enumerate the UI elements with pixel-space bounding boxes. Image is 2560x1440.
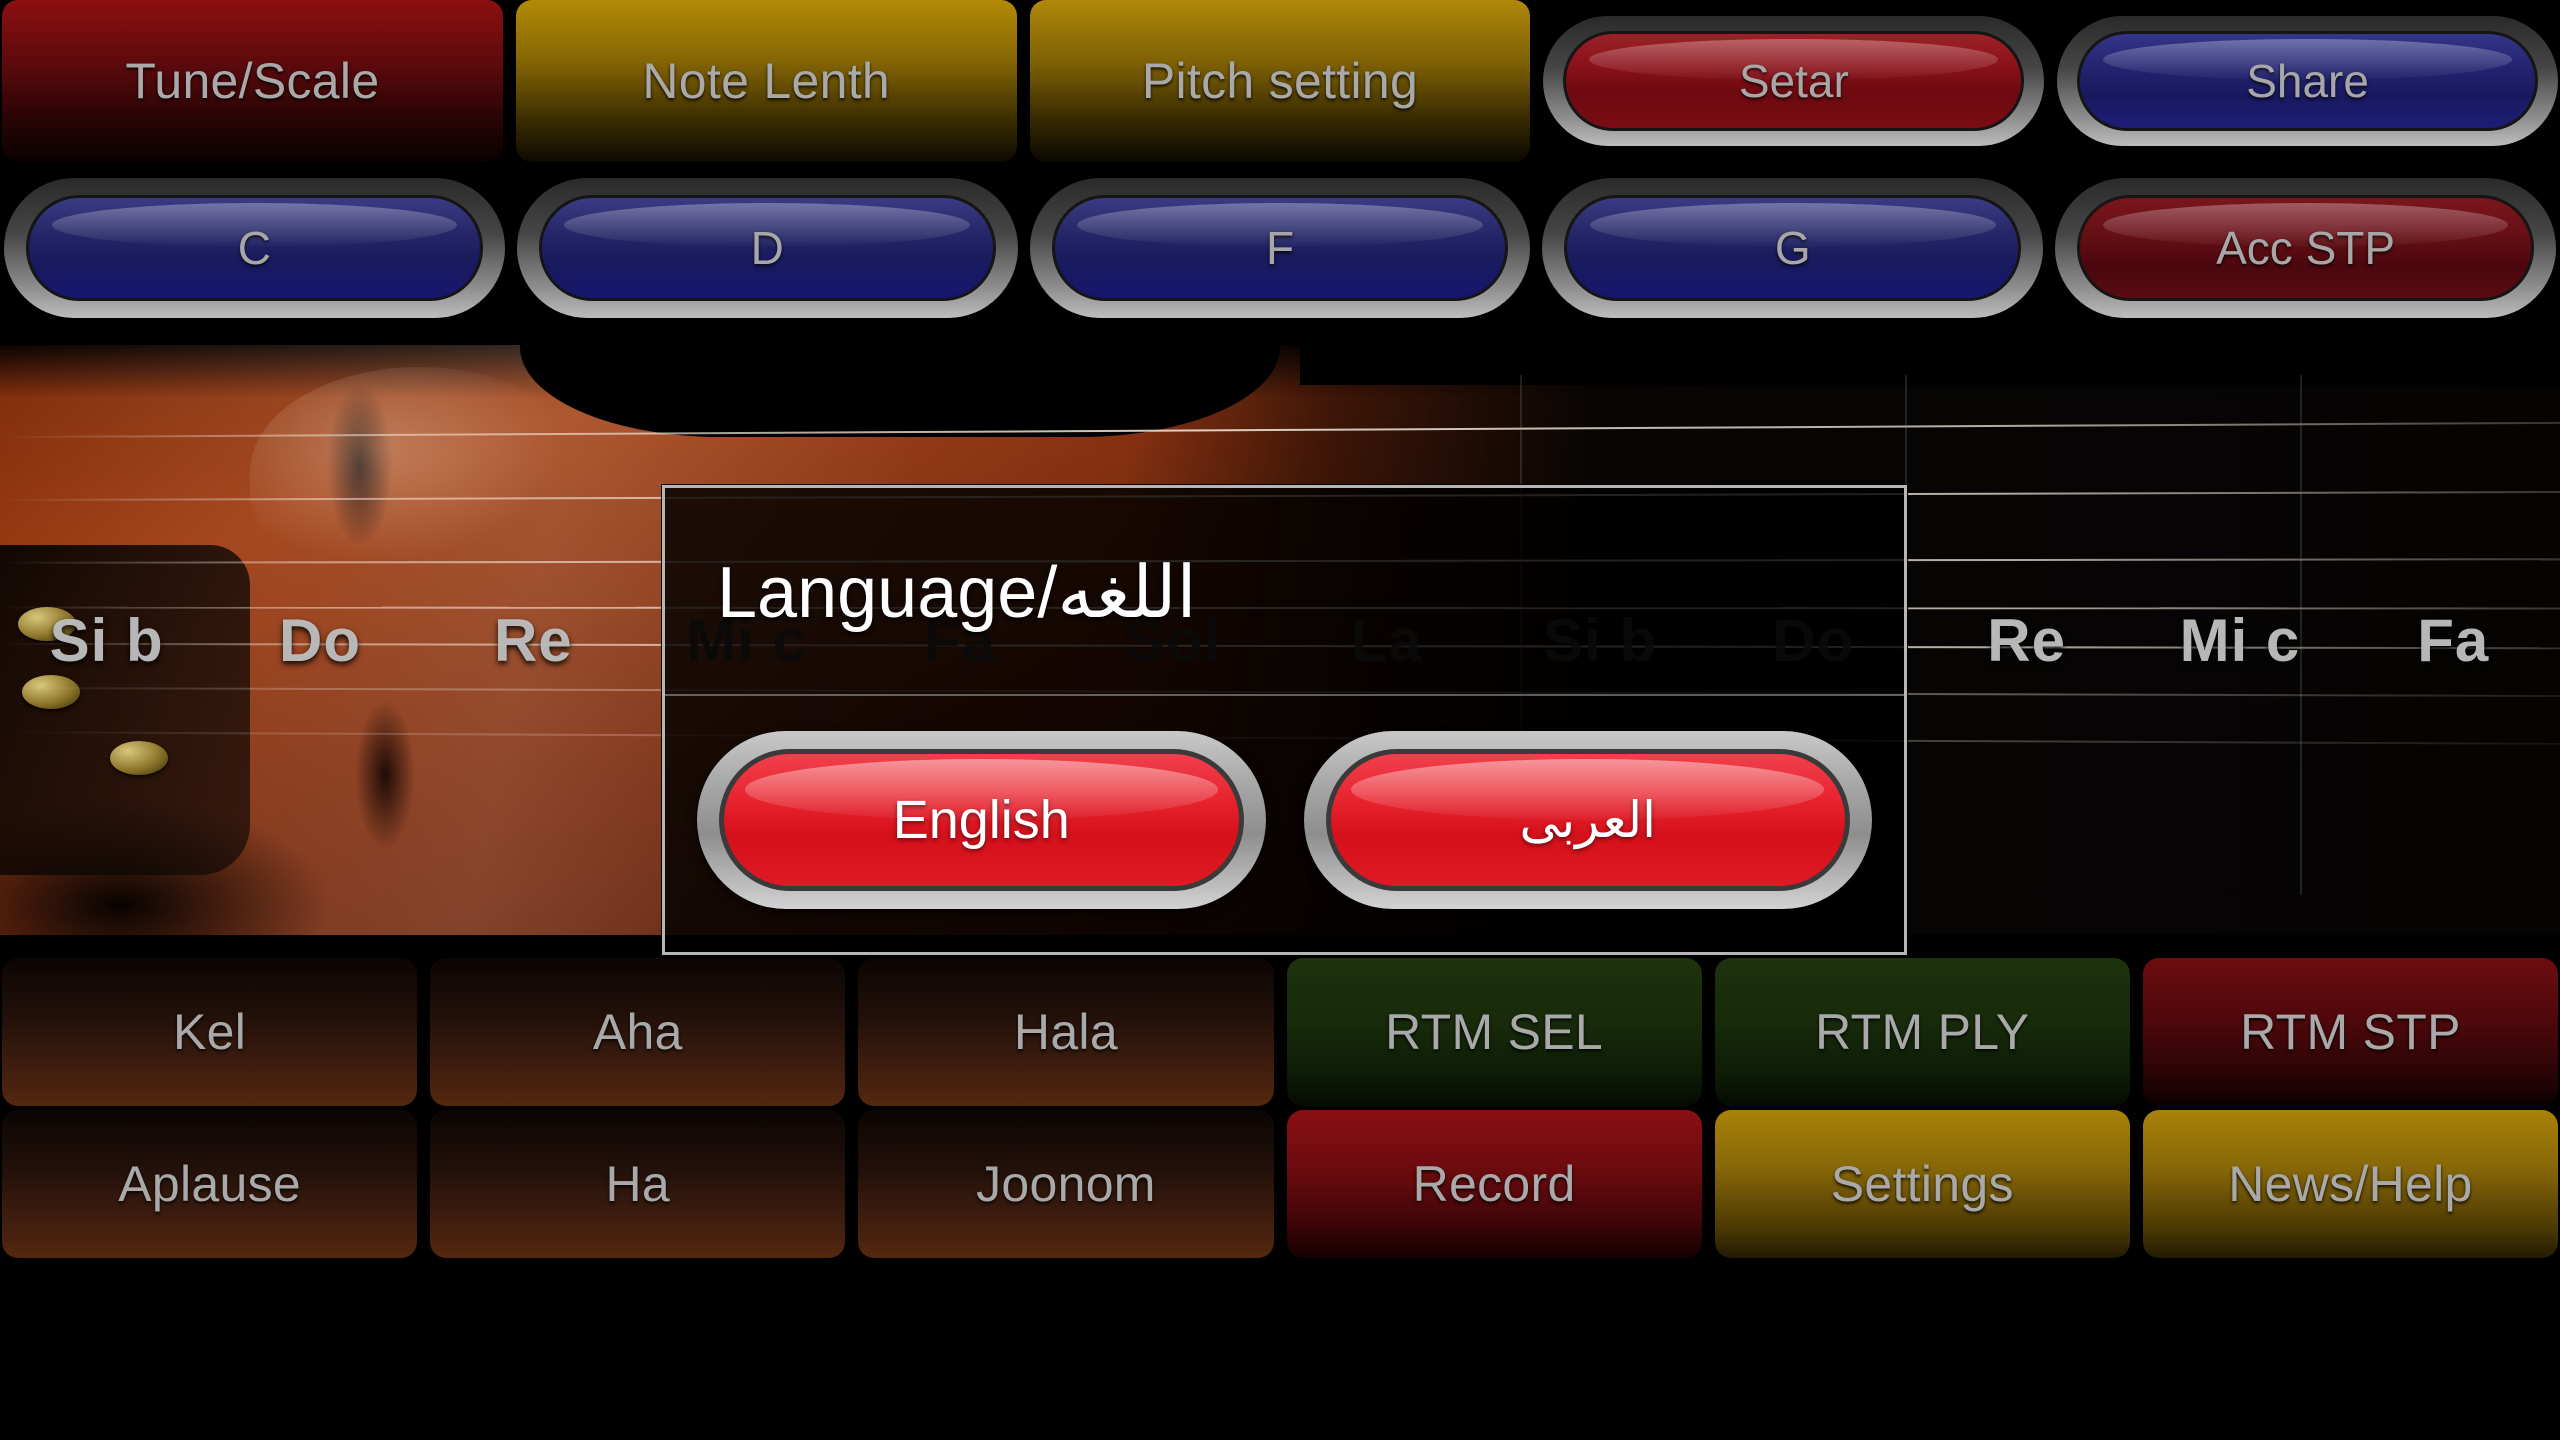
dialog-title: Language/اللغه bbox=[717, 553, 1197, 633]
button-label: Pitch setting bbox=[1141, 53, 1419, 109]
violin-highlight bbox=[250, 367, 590, 577]
violin-top-mask bbox=[1300, 345, 2560, 385]
violin-pegbox bbox=[0, 545, 250, 875]
button-label: Kel bbox=[173, 1004, 247, 1060]
button-label: Tune/Scale bbox=[125, 53, 380, 109]
button-label: Record bbox=[1412, 1156, 1576, 1212]
action-button-rtm-ply[interactable]: RTM PLY bbox=[1714, 958, 2130, 1106]
action-button-kel[interactable]: Kel bbox=[2, 958, 418, 1106]
top-button-note-lenth[interactable]: Note Lenth bbox=[515, 0, 1017, 162]
tuning-peg-icon bbox=[22, 675, 80, 709]
action-button-hala[interactable]: Hala bbox=[858, 958, 1274, 1106]
button-label: G bbox=[1774, 222, 1811, 274]
action-button-aha[interactable]: Aha bbox=[430, 958, 846, 1106]
action-button-ha[interactable]: Ha bbox=[430, 1110, 846, 1258]
tuning-peg-icon bbox=[18, 607, 76, 641]
button-label: RTM PLY bbox=[1815, 1004, 2030, 1060]
action-button-record[interactable]: Record bbox=[1286, 1110, 1702, 1258]
button-label: Joonom bbox=[976, 1156, 1156, 1212]
button-label: RTM SEL bbox=[1385, 1004, 1604, 1060]
violin-upper-bout-mask bbox=[520, 345, 1280, 437]
action-button-joonom[interactable]: Joonom bbox=[858, 1110, 1274, 1258]
top-button-tune-scale[interactable]: Tune/Scale bbox=[2, 0, 503, 162]
button-label: Hala bbox=[1013, 1004, 1118, 1060]
sound-effects-row: Kel Aha Hala RTM SEL RTM PLY RTM STP bbox=[0, 958, 2560, 1106]
button-label: Note Lenth bbox=[642, 53, 891, 109]
note-button-c[interactable]: C bbox=[26, 195, 483, 301]
action-button-settings[interactable]: Settings bbox=[1714, 1110, 2130, 1258]
top-button-cell: Setar bbox=[1543, 0, 2045, 162]
top-toolbar-row: Tune/Scale Note Lenth Pitch setting Setar Sh… bbox=[0, 0, 2560, 162]
button-label: English bbox=[892, 790, 1070, 850]
pill-bezel: Acc STP bbox=[2055, 178, 2556, 318]
button-label: Settings bbox=[1830, 1156, 2014, 1212]
top-button-share[interactable]: Share bbox=[2077, 31, 2538, 131]
pill-bezel: Setar bbox=[1543, 16, 2045, 146]
actions-row: Aplause Ha Joonom Record Settings News/Help bbox=[0, 1110, 2560, 1258]
footer-spacer bbox=[0, 1258, 2560, 1440]
tuning-peg-icon bbox=[110, 741, 168, 775]
button-label: Share bbox=[2246, 55, 2369, 107]
button-label: Aha bbox=[592, 1004, 683, 1060]
note-button-acc-stp[interactable]: Acc STP bbox=[2077, 195, 2534, 301]
language-option-arabic[interactable]: العربى bbox=[1325, 749, 1850, 891]
dialog-button-bezel: English bbox=[697, 731, 1266, 909]
pill-bezel: D bbox=[516, 178, 1018, 318]
button-label: C bbox=[237, 222, 272, 274]
action-button-rtm-sel[interactable]: RTM SEL bbox=[1286, 958, 1702, 1106]
button-label: Ha bbox=[605, 1156, 671, 1212]
button-label: العربى bbox=[1519, 792, 1656, 848]
note-button-f[interactable]: F bbox=[1051, 195, 1509, 301]
action-button-rtm-stp[interactable]: RTM STP bbox=[2142, 958, 2559, 1106]
fret-line bbox=[2300, 375, 2302, 895]
pill-bezel: G bbox=[1542, 178, 2044, 318]
note-button-d[interactable]: D bbox=[538, 195, 996, 301]
pill-bezel: C bbox=[4, 178, 505, 318]
note-selector-row: C D F G Acc STP bbox=[0, 178, 2560, 338]
note-button-g[interactable]: G bbox=[1564, 195, 2022, 301]
language-option-english[interactable]: English bbox=[719, 749, 1244, 891]
app-root: Tune/Scale Note Lenth Pitch setting Setar Sh… bbox=[0, 0, 2560, 1440]
button-label: Setar bbox=[1738, 55, 1849, 107]
dialog-button-bar: English العربى bbox=[665, 720, 1904, 920]
button-label: Aplause bbox=[118, 1156, 301, 1212]
top-button-cell: Share bbox=[2057, 0, 2558, 162]
button-label: Acc STP bbox=[2216, 222, 2396, 274]
button-label: News/Help bbox=[2228, 1156, 2473, 1212]
pill-bezel: Share bbox=[2057, 16, 2558, 146]
dialog-divider bbox=[665, 694, 1904, 696]
button-label: D bbox=[750, 222, 784, 274]
button-label: RTM STP bbox=[2240, 1004, 2461, 1060]
action-button-news-help[interactable]: News/Help bbox=[2142, 1110, 2559, 1258]
action-button-aplause[interactable]: Aplause bbox=[2, 1110, 418, 1258]
dialog-button-bezel: العربى bbox=[1303, 731, 1872, 909]
top-button-pitch-setting[interactable]: Pitch setting bbox=[1029, 0, 1531, 162]
pill-bezel: F bbox=[1029, 178, 1531, 318]
top-button-setar[interactable]: Setar bbox=[1563, 31, 2025, 131]
button-label: F bbox=[1265, 222, 1295, 274]
language-dialog: Language/اللغه English العربى bbox=[662, 485, 1907, 955]
